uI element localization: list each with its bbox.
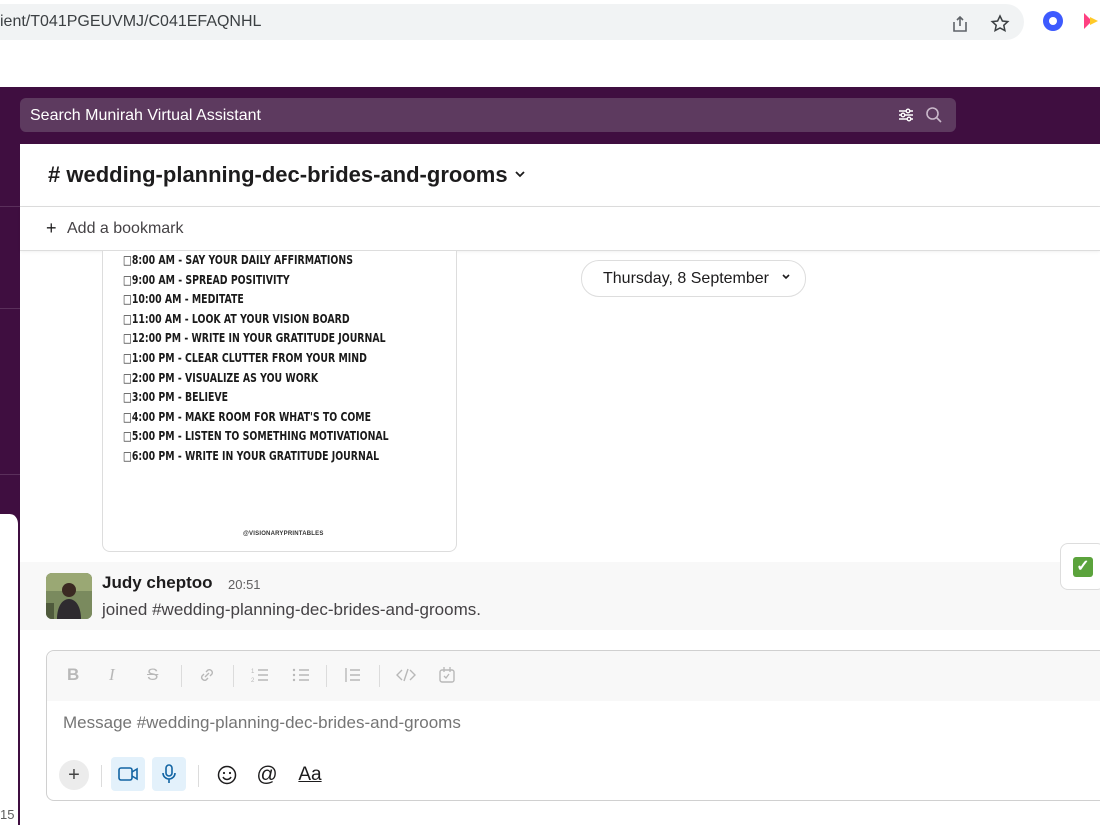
chevron-down-icon (514, 166, 526, 182)
channel-header: # wedding-planning-dec-brides-and-grooms (20, 144, 1100, 207)
sidebar-divider (0, 474, 20, 475)
extension-icon[interactable] (1043, 11, 1063, 31)
bookmark-star-icon[interactable] (990, 14, 1010, 37)
bold-icon[interactable]: B (67, 665, 79, 685)
add-bookmark-button[interactable]: Add a bookmark (67, 220, 184, 238)
date-label: Thursday, 8 September (603, 270, 770, 287)
message-row[interactable]: Judy cheptoo 20:51 joined #wedding-plann… (20, 562, 1100, 630)
reaction-button[interactable]: ✓ (1060, 543, 1100, 590)
message-input[interactable] (63, 713, 1063, 733)
schedule-item: 2:00 PM - VISUALIZE AS YOU WORK (123, 369, 389, 389)
message-text: joined #wedding-planning-dec-brides-and-… (102, 600, 481, 619)
image-watermark: @VISIONARYPRINTABLES (243, 531, 324, 537)
schedule-item: 4:00 PM - MAKE ROOM FOR WHAT'S TO COME (123, 408, 389, 428)
sidebar-divider (0, 308, 20, 309)
check-mark-icon: ✓ (1073, 557, 1093, 577)
workspace-top-bar: Search Munirah Virtual Assistant (0, 87, 1100, 144)
extension-colorful-icon[interactable] (1082, 11, 1100, 31)
sidebar-divider (0, 206, 20, 207)
date-divider-button[interactable]: Thursday, 8 September (581, 260, 806, 297)
schedule-item: 8:00 AM - SAY YOUR DAILY AFFIRMATIONS (123, 251, 389, 271)
link-icon[interactable] (197, 665, 217, 690)
schedule-item: 5:00 PM - LISTEN TO SOMETHING MOTIVATION… (123, 427, 389, 447)
avatar[interactable] (46, 573, 92, 619)
chevron-down-icon (781, 272, 791, 284)
search-filter-icon[interactable] (896, 105, 916, 125)
video-clip-button[interactable] (111, 757, 145, 791)
search-input[interactable]: Search Munirah Virtual Assistant (30, 107, 261, 125)
schedule-item: 12:00 PM - WRITE IN YOUR GRATITUDE JOURN… (123, 329, 389, 349)
sidebar-panel (0, 514, 20, 825)
emoji-icon[interactable] (213, 759, 241, 791)
schedule-item: 9:00 AM - SPREAD POSITIVITY (123, 271, 389, 291)
ordered-list-icon[interactable]: 12 (250, 665, 270, 690)
message-timestamp[interactable]: 20:51 (228, 577, 261, 592)
toolbar-divider (198, 765, 199, 787)
text-formatting-button[interactable]: Aa (293, 759, 327, 791)
share-icon[interactable] (950, 14, 970, 37)
svg-text:2: 2 (251, 678, 255, 684)
schedule-list: 8:00 AM - SAY YOUR DAILY AFFIRMATIONS 9:… (123, 251, 389, 467)
toolbar-divider (181, 665, 182, 687)
toolbar-divider (101, 765, 102, 787)
attach-plus-button[interactable]: + (59, 760, 89, 790)
bookmarks-bar: + Add a bookmark (20, 207, 1100, 251)
channel-name: # wedding-planning-dec-brides-and-grooms (48, 162, 508, 187)
bulleted-list-icon[interactable] (291, 665, 311, 690)
address-bar[interactable]: ient/T041PGEUVMJ/C041EFAQNHL (0, 4, 1024, 40)
blockquote-icon[interactable] (343, 665, 363, 690)
message-composer: B I S 12 Message #wedding-planning-dec-b… (46, 650, 1100, 801)
formatting-toolbar: B I S 12 (47, 651, 1100, 701)
schedule-item: 10:00 AM - MEDITATE (123, 290, 389, 310)
search-bar[interactable]: Search Munirah Virtual Assistant (20, 98, 956, 132)
message-author[interactable]: Judy cheptoo (102, 573, 213, 593)
search-icon[interactable] (924, 105, 944, 125)
schedule-item: 11:00 AM - LOOK AT YOUR VISION BOARD (123, 310, 389, 330)
browser-chrome: ient/T041PGEUVMJ/C041EFAQNHL (0, 0, 1100, 87)
sidebar-count: 15 (0, 807, 15, 822)
audio-clip-button[interactable] (152, 757, 186, 791)
image-attachment[interactable]: 8:00 AM - SAY YOUR DAILY AFFIRMATIONS 9:… (102, 251, 457, 552)
italic-icon[interactable]: I (109, 665, 115, 685)
toolbar-divider (379, 665, 380, 687)
code-icon[interactable] (395, 665, 417, 690)
url-text[interactable]: ient/T041PGEUVMJ/C041EFAQNHL (0, 13, 261, 31)
channel-view: # wedding-planning-dec-brides-and-grooms… (20, 144, 1100, 825)
mention-icon[interactable]: @ (253, 759, 281, 791)
channel-title-button[interactable]: # wedding-planning-dec-brides-and-grooms (48, 162, 526, 188)
svg-text:1: 1 (251, 669, 255, 675)
toolbar-divider (326, 665, 327, 687)
code-block-icon[interactable] (437, 665, 457, 690)
strikethrough-icon[interactable]: S (147, 665, 158, 685)
schedule-item: 3:00 PM - BELIEVE (123, 388, 389, 408)
composer-actions: + @ Aa (47, 757, 1100, 797)
schedule-item: 1:00 PM - CLEAR CLUTTER FROM YOUR MIND (123, 349, 389, 369)
toolbar-divider (233, 665, 234, 687)
plus-icon[interactable]: + (46, 218, 57, 239)
schedule-item: 6:00 PM - WRITE IN YOUR GRATITUDE JOURNA… (123, 447, 389, 467)
